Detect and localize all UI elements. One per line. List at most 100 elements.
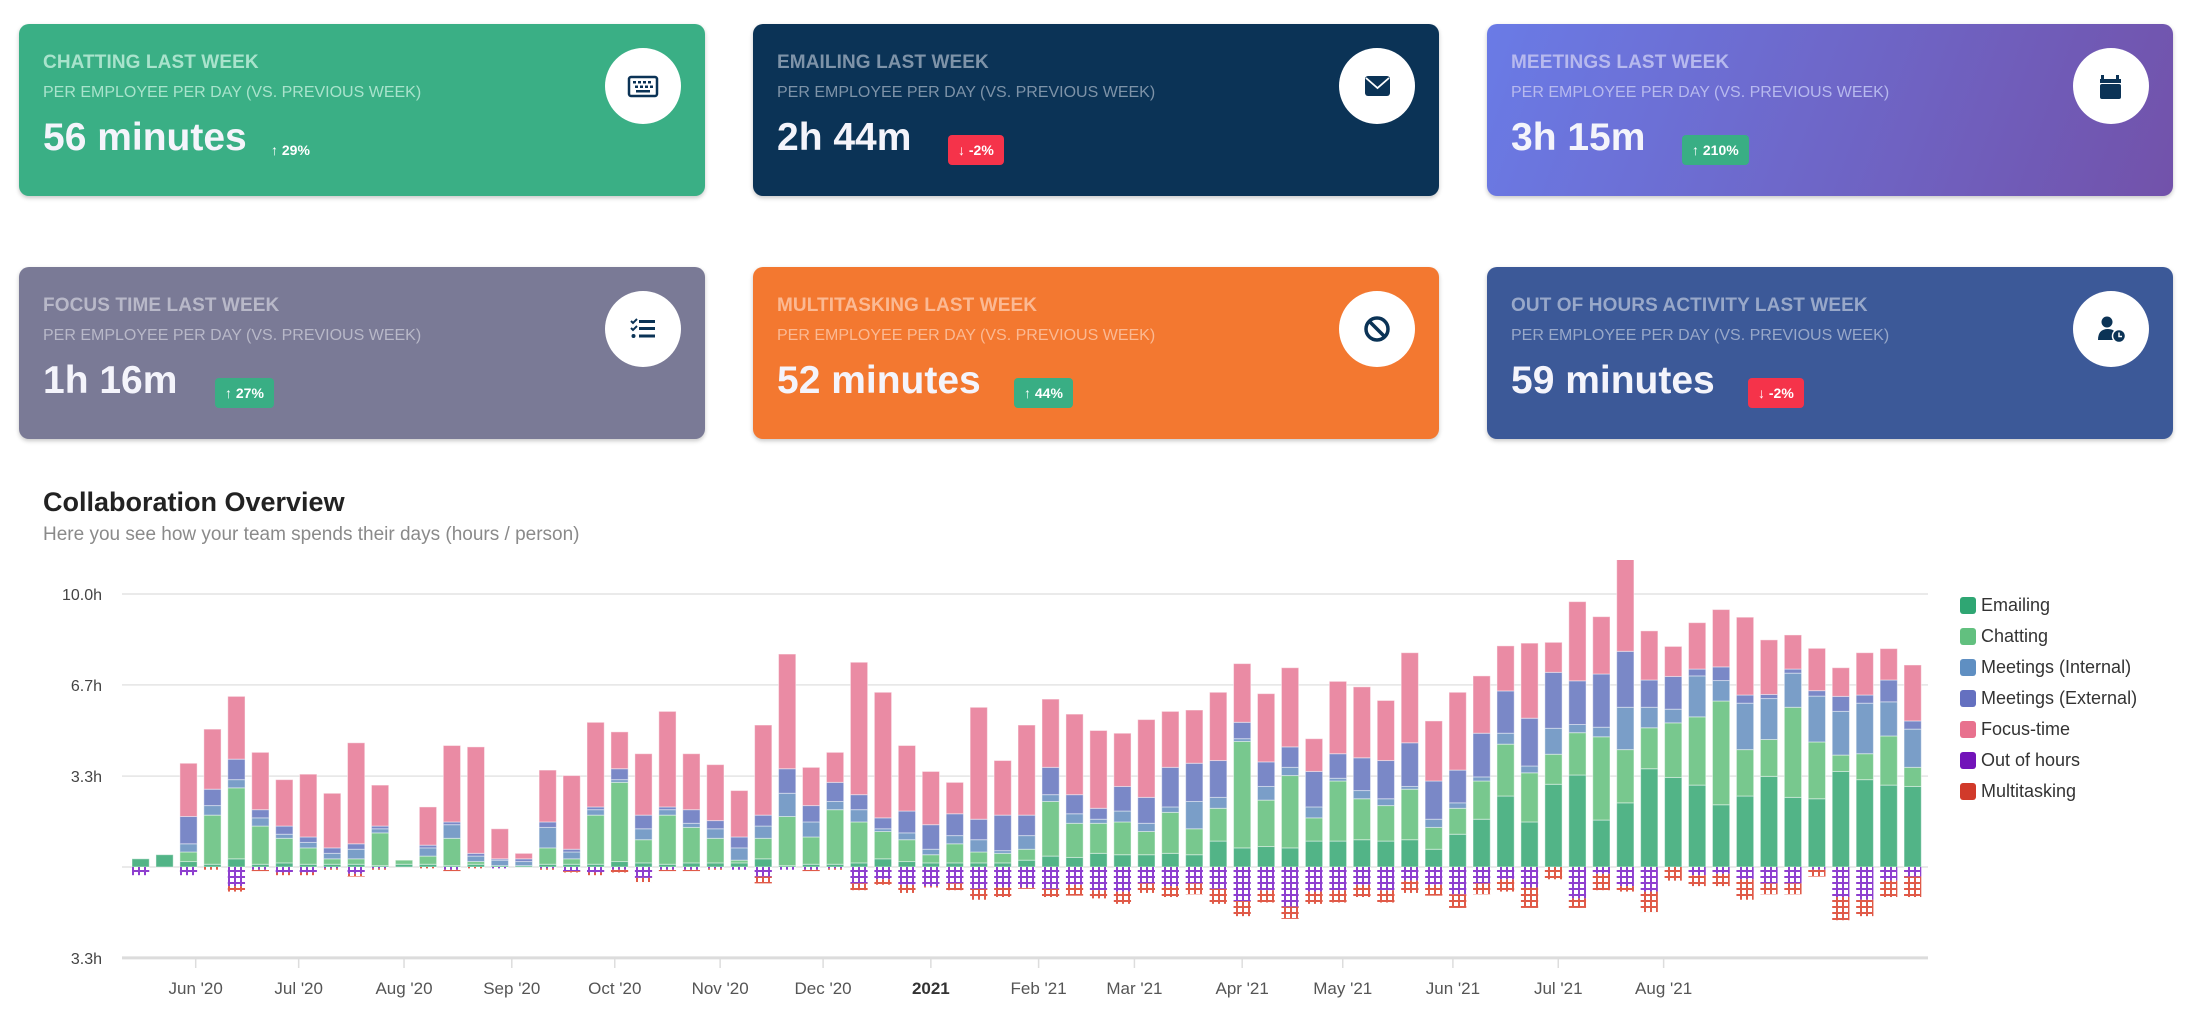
bar-segment-focus-time[interactable]: [897, 745, 917, 812]
bar-segment-multitasking[interactable]: [1784, 883, 1802, 895]
bar-segment-chatting[interactable]: [1424, 826, 1443, 850]
bar-segment-focus-time[interactable]: [1903, 664, 1922, 722]
bar-segment-meetings-internal[interactable]: [1376, 798, 1395, 807]
bar-segment-focus-time[interactable]: [969, 706, 988, 820]
bar-segment-multitasking[interactable]: [467, 867, 485, 869]
bar-segment-meetings-external[interactable]: [323, 847, 342, 854]
bar-segment-multitasking[interactable]: [1736, 879, 1754, 900]
bar-group[interactable]: [1783, 634, 1803, 895]
bar-segment-meetings-internal[interactable]: [1065, 813, 1084, 824]
bar-segment-focus-time[interactable]: [299, 773, 318, 838]
bar-segment-chatting[interactable]: [1616, 749, 1635, 804]
bar-segment-multitasking[interactable]: [563, 871, 581, 873]
bar-segment-emailing[interactable]: [227, 858, 246, 868]
bar-group[interactable]: [1807, 647, 1827, 877]
bar-segment-out-of-hours[interactable]: [1137, 867, 1156, 884]
bar-group[interactable]: [275, 779, 294, 876]
bar-segment-meetings-external[interactable]: [203, 788, 222, 807]
bar-group[interactable]: [1472, 675, 1491, 895]
bar-segment-focus-time[interactable]: [347, 742, 366, 845]
bar-segment-meetings-internal[interactable]: [825, 800, 845, 811]
bar-segment-emailing[interactable]: [1807, 798, 1827, 868]
bar-segment-multitasking[interactable]: [1664, 867, 1682, 881]
bar-segment-emailing[interactable]: [1448, 833, 1467, 868]
bar-group[interactable]: [1879, 648, 1898, 898]
bar-segment-chatting[interactable]: [634, 839, 653, 864]
bar-segment-multitasking[interactable]: [1688, 875, 1706, 887]
bar-segment-focus-time[interactable]: [754, 724, 773, 816]
bar-segment-chatting[interactable]: [347, 858, 366, 865]
bar-segment-out-of-hours[interactable]: [275, 867, 293, 873]
bar-segment-out-of-hours[interactable]: [1065, 867, 1084, 885]
bar-segment-focus-time[interactable]: [1304, 738, 1324, 772]
bar-segment-focus-time[interactable]: [993, 760, 1012, 816]
bar-segment-emailing[interactable]: [706, 862, 725, 868]
bar-segment-emailing[interactable]: [1759, 775, 1779, 868]
bar-segment-emailing[interactable]: [1376, 840, 1395, 868]
bar-segment-out-of-hours[interactable]: [1185, 867, 1203, 884]
bar-segment-emailing[interactable]: [1041, 855, 1060, 868]
bar-segment-focus-time[interactable]: [1592, 616, 1611, 675]
bar-segment-focus-time[interactable]: [370, 784, 390, 827]
bar-segment-meetings-external[interactable]: [1688, 668, 1707, 677]
bar-segment-emailing[interactable]: [969, 862, 988, 868]
bar-group[interactable]: [562, 775, 581, 873]
bar-segment-chatting[interactable]: [562, 858, 581, 865]
bar-segment-chatting[interactable]: [1759, 739, 1779, 777]
bar-segment-chatting[interactable]: [610, 781, 629, 863]
bar-segment-focus-time[interactable]: [1496, 645, 1515, 692]
bar-segment-emailing[interactable]: [1544, 783, 1563, 868]
bar-segment-chatting[interactable]: [1256, 799, 1276, 848]
bar-segment-meetings-internal[interactable]: [1544, 727, 1563, 755]
bar-segment-meetings-internal[interactable]: [1664, 708, 1683, 724]
bar-segment-meetings-external[interactable]: [1472, 732, 1491, 778]
bar-segment-out-of-hours[interactable]: [1904, 867, 1922, 877]
bar-segment-meetings-external[interactable]: [873, 817, 893, 830]
bar-segment-chatting[interactable]: [1592, 736, 1611, 821]
bar-segment-meetings-external[interactable]: [1400, 742, 1419, 787]
bar-segment-multitasking[interactable]: [1520, 887, 1539, 908]
bar-segment-chatting[interactable]: [1304, 817, 1324, 842]
bar-segment-chatting[interactable]: [658, 814, 677, 865]
bar-segment-meetings-internal[interactable]: [969, 839, 988, 853]
bar-group[interactable]: [1831, 667, 1850, 921]
bar-segment-meetings-external[interactable]: [1568, 680, 1587, 725]
bar-segment-out-of-hours[interactable]: [179, 867, 198, 876]
bar-segment-meetings-internal[interactable]: [778, 792, 797, 817]
bar-segment-emailing[interactable]: [1161, 852, 1180, 868]
bar-segment-meetings-external[interactable]: [682, 809, 701, 824]
bar-group[interactable]: [1903, 664, 1922, 898]
bar-group[interactable]: [1304, 738, 1324, 904]
bar-segment-meetings-internal[interactable]: [658, 809, 677, 816]
bar-segment-chatting[interactable]: [897, 839, 917, 863]
bar-segment-multitasking[interactable]: [1377, 890, 1395, 903]
bar-segment-chatting[interactable]: [275, 837, 294, 864]
bar-segment-chatting[interactable]: [179, 851, 198, 863]
bar-segment-focus-time[interactable]: [562, 775, 581, 850]
bar-segment-meetings-external[interactable]: [897, 810, 917, 834]
bar-segment-out-of-hours[interactable]: [610, 867, 629, 870]
bar-segment-focus-time[interactable]: [1520, 642, 1539, 719]
bar-segment-chatting[interactable]: [1735, 749, 1755, 797]
bar-segment-out-of-hours[interactable]: [251, 867, 269, 870]
bar-segment-focus-time[interactable]: [945, 781, 964, 815]
bar-segment-multitasking[interactable]: [994, 887, 1012, 898]
bar-segment-focus-time[interactable]: [275, 779, 294, 827]
bar-group[interactable]: [1233, 663, 1252, 917]
bar-segment-chatting[interactable]: [921, 854, 940, 864]
bar-segment-chatting[interactable]: [1783, 706, 1803, 798]
bar-segment-out-of-hours[interactable]: [1018, 867, 1036, 888]
bar-segment-meetings-internal[interactable]: [466, 855, 485, 863]
bar-segment-emailing[interactable]: [1879, 784, 1898, 868]
bar-segment-emailing[interactable]: [1424, 848, 1443, 868]
bar-segment-emailing[interactable]: [1783, 796, 1803, 868]
bar-segment-meetings-external[interactable]: [1089, 807, 1108, 820]
bar-segment-meetings-external[interactable]: [1831, 695, 1850, 712]
bar-segment-meetings-external[interactable]: [1592, 673, 1611, 728]
bar-segment-out-of-hours[interactable]: [371, 867, 389, 869]
bar-segment-out-of-hours[interactable]: [1784, 867, 1802, 884]
bar-segment-meetings-external[interactable]: [1783, 668, 1803, 674]
bar-segment-out-of-hours[interactable]: [658, 867, 677, 870]
bar-segment-meetings-internal[interactable]: [1041, 794, 1060, 802]
bar-segment-meetings-internal[interactable]: [897, 832, 917, 841]
